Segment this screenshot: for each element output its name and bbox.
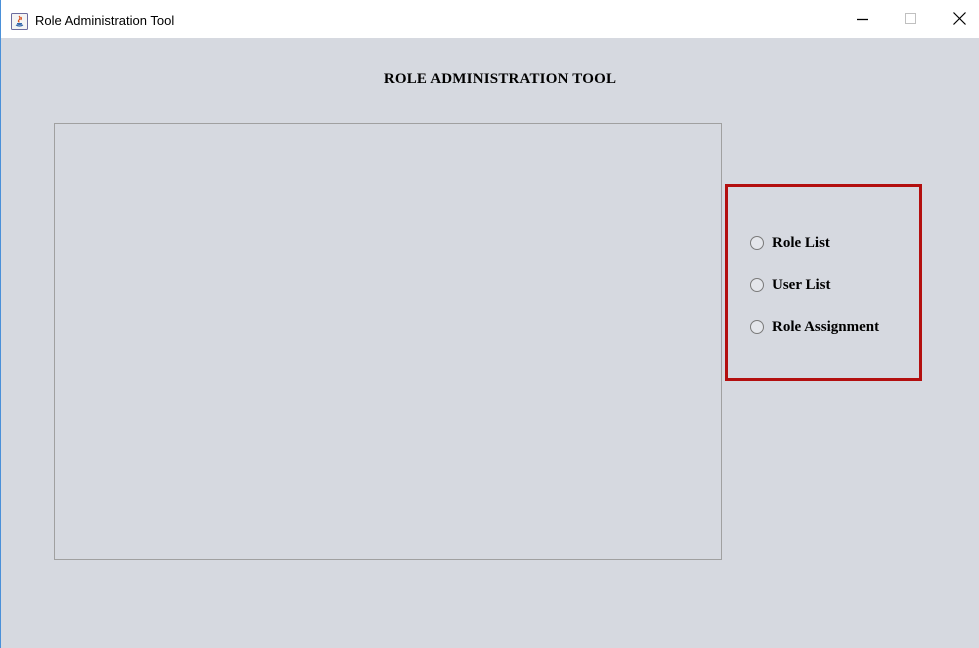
minimize-button[interactable] [843, 7, 883, 35]
maximize-button[interactable] [891, 7, 931, 35]
role-list-radio-option[interactable]: Role List [750, 234, 830, 252]
minimize-icon [857, 12, 869, 30]
radio-button-icon[interactable] [750, 320, 764, 334]
java-app-icon [11, 13, 28, 30]
application-window: Role Administration Tool ROLE ADMINISTRA… [0, 0, 979, 648]
radio-label-role-list: Role List [772, 234, 830, 251]
user-list-radio-option[interactable]: User List [750, 276, 830, 294]
close-icon [952, 12, 966, 30]
content-panel [54, 123, 722, 560]
title-bar[interactable]: Role Administration Tool [1, 0, 979, 38]
page-heading: ROLE ADMINISTRATION TOOL [383, 71, 617, 87]
window-title: Role Administration Tool [35, 13, 175, 28]
radio-button-icon[interactable] [750, 278, 764, 292]
close-button[interactable] [939, 7, 979, 35]
radio-button-icon[interactable] [750, 236, 764, 250]
radio-label-user-list: User List [772, 276, 831, 293]
radio-label-role-assignment: Role Assignment [772, 318, 880, 335]
role-assignment-radio-option[interactable]: Role Assignment [750, 318, 879, 336]
view-selector-radio-group: Role List User List Role Assignment [725, 184, 922, 381]
maximize-icon [905, 12, 917, 30]
